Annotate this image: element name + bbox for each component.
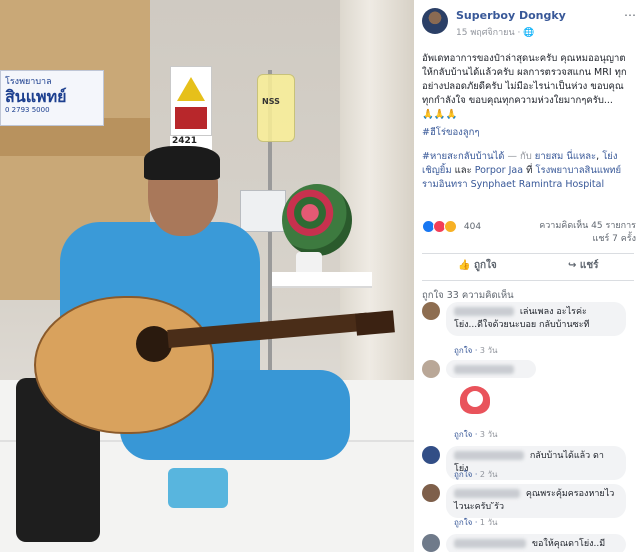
comment-actions: ถูกใจ · 1 วัน <box>454 518 498 527</box>
heart-sticker-face <box>467 391 483 407</box>
hospital-sign-small: โรงพยาบาล <box>5 77 52 87</box>
comment-count[interactable]: ความคิดเห็น 45 รายการ <box>539 220 636 233</box>
reactions-bar: 404 ความคิดเห็น 45 รายการ แชร์ 7 ครั้ง <box>422 220 636 254</box>
warning-triangle-icon <box>177 77 205 101</box>
comment-time[interactable]: 1 วัน <box>480 518 498 527</box>
and-text: และ <box>451 165 475 176</box>
tag-line: #หายสะกลับบ้านได้ — กับ ยายสม นี่แหละ, โ… <box>422 150 634 192</box>
share-count[interactable]: แชร์ 7 ครั้ง <box>539 233 636 246</box>
at-text: ที่ <box>523 165 536 176</box>
post-body: อัพเดทอาการของป๋าล่าสุดนะครับ คุณหมออนุญ… <box>422 53 627 106</box>
iv-bag: NSS <box>257 74 295 142</box>
iv-bag-label: NSS <box>262 97 280 106</box>
engagement-counts: ความคิดเห็น 45 รายการ แชร์ 7 ครั้ง <box>539 220 636 246</box>
tagged-person-3[interactable]: Porpor Jaa <box>475 165 523 176</box>
hashtag-link[interactable]: #ฮีโร่ของลูกๆ <box>422 125 479 140</box>
reaction-summary[interactable]: 404 <box>422 220 481 233</box>
post-header: Superboy Dongky 15 พฤศจิกายน · 🌐 ⋯ <box>422 8 636 40</box>
hashtag-link-2[interactable]: #หายสะกลับบ้านได้ <box>422 151 504 162</box>
commenter-name-blurred[interactable] <box>454 307 514 316</box>
comment-time[interactable]: 3 วัน <box>480 346 498 355</box>
divider <box>422 280 634 281</box>
tagged-person-1[interactable]: ยายสม นี่แหละ <box>535 151 596 162</box>
comment-like-link[interactable]: ถูกใจ <box>454 518 472 527</box>
guitar-headstock <box>355 310 395 336</box>
comment-bubble: ขอให้คุณดาโย่ง..มี <box>446 534 626 552</box>
post-actions: 👍 ถูกใจ ↪ แชร์ <box>422 254 634 278</box>
commenter-avatar[interactable] <box>422 360 440 378</box>
comment-like-link[interactable]: ถูกใจ <box>454 346 472 355</box>
comment-like-link[interactable]: ถูกใจ <box>454 470 472 479</box>
comment-actions: ถูกใจ · 3 วัน <box>454 430 498 439</box>
commenter-avatar[interactable] <box>422 446 440 464</box>
share-button-label: แชร์ <box>579 260 599 271</box>
share-icon: ↪ <box>568 260 577 271</box>
with-text: — กับ <box>504 151 535 162</box>
comment-bubble: คุณพระคุ้มครองหายไวไวนะครับ ัรัว <box>446 484 626 518</box>
comment-text: ขอให้คุณดาโย่ง..มี <box>529 539 606 549</box>
hospital-sign-name: สินแพทย์ <box>5 87 67 106</box>
hospital-sign-phone: 0 2793 5000 <box>5 106 50 114</box>
commenter-name-blurred[interactable] <box>454 489 520 498</box>
haha-reaction-icon <box>444 220 457 233</box>
post-meta[interactable]: 15 พฤศจิกายน · 🌐 <box>456 25 534 39</box>
comment-actions: ถูกใจ · 3 วัน <box>454 346 498 355</box>
post-text: อัพเดทอาการของป๋าล่าสุดนะครับ คุณหมออนุญ… <box>422 52 634 122</box>
share-button[interactable]: ↪ แชร์ <box>568 258 598 273</box>
side-table <box>272 272 372 288</box>
infusion-pump <box>240 190 286 232</box>
warning-sign <box>170 66 212 136</box>
like-button-label: ถูกใจ <box>473 260 497 271</box>
comments-header[interactable]: ถูกใจ 33 ความคิดเห็น <box>422 288 514 303</box>
hospital-sign: โรงพยาบาล สินแพทย์ 0 2793 5000 <box>0 70 104 126</box>
commenter-name-blurred[interactable] <box>454 451 524 460</box>
comment-bubble: เล่นเพลง อะไรค่ะโย่ง...ดีใจด้วยนะบอย กลั… <box>446 302 626 336</box>
commenter-avatar[interactable] <box>422 302 440 320</box>
author-avatar[interactable] <box>422 8 448 34</box>
commenter-name-blurred[interactable] <box>454 365 514 374</box>
post-emoji: 🙏🙏🙏 <box>422 109 458 120</box>
comment-actions: ถูกใจ · 2 วัน <box>454 470 498 479</box>
globe-icon: 🌐 <box>523 28 535 38</box>
reaction-count: 404 <box>463 221 482 232</box>
like-icon: 👍 <box>458 260 471 271</box>
warning-red-panel <box>175 107 207 129</box>
author-name[interactable]: Superboy Dongky <box>456 9 566 22</box>
commenter-name-blurred[interactable] <box>454 539 526 548</box>
post-date[interactable]: 15 พฤศจิกายน · <box>456 28 523 38</box>
commenter-avatar[interactable] <box>422 534 440 552</box>
comment-bubble <box>446 360 536 378</box>
commenter-avatar[interactable] <box>422 484 440 502</box>
heart-sticker <box>452 382 500 422</box>
guitar-body <box>34 296 214 434</box>
towel <box>168 468 228 508</box>
post-panel: Superboy Dongky 15 พฤศจิกายน · 🌐 ⋯ อัพเด… <box>414 0 640 552</box>
comment-time[interactable]: 2 วัน <box>480 470 498 479</box>
curtain <box>340 0 414 420</box>
comment-like-link[interactable]: ถูกใจ <box>454 430 472 439</box>
more-options-icon[interactable]: ⋯ <box>624 8 636 22</box>
post-photo[interactable]: โรงพยาบาล สินแพทย์ 0 2793 5000 2421 NSS <box>0 0 414 552</box>
patient-hair <box>144 146 220 180</box>
flower-bouquet <box>282 184 352 256</box>
comment-time[interactable]: 3 วัน <box>480 430 498 439</box>
like-button[interactable]: 👍 ถูกใจ <box>458 258 497 273</box>
